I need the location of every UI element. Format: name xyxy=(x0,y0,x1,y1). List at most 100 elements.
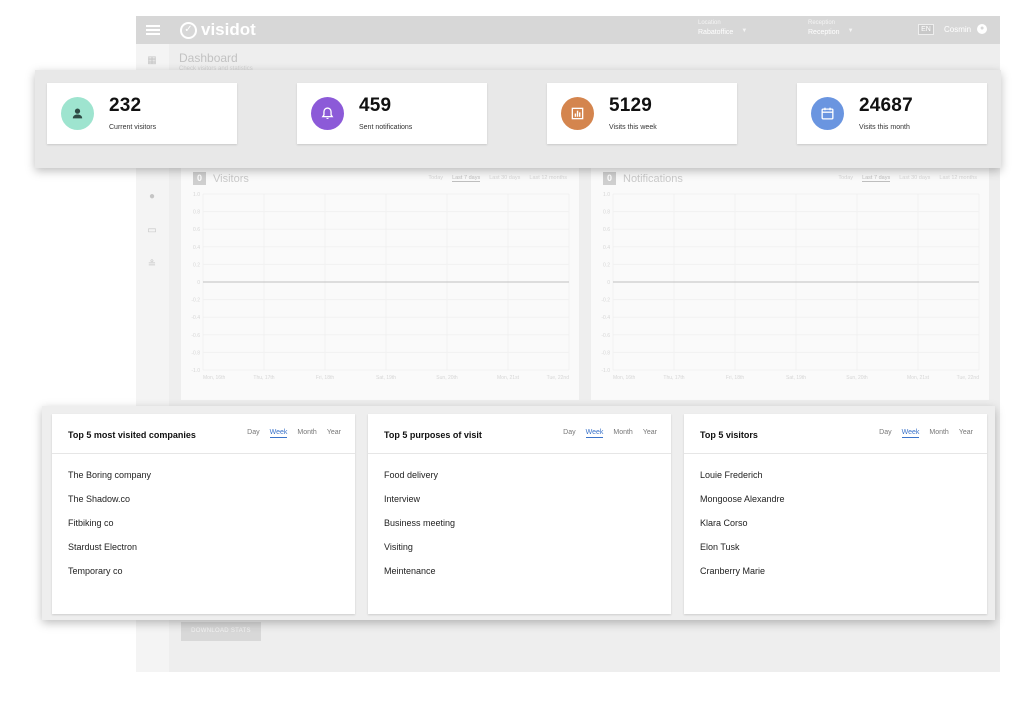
location-value: Rabatoffice xyxy=(698,29,734,36)
info-icon[interactable]: ● xyxy=(147,192,157,202)
period-tab-year[interactable]: Year xyxy=(643,429,657,438)
chart-title: Visitors xyxy=(213,172,249,185)
user-menu[interactable]: Cosmin ● xyxy=(944,24,988,34)
people-icon[interactable]: ≗ xyxy=(147,260,157,270)
y-tick-label: 0.2 xyxy=(193,262,200,268)
range-tab[interactable]: Last 7 days xyxy=(862,175,891,182)
card-title: Top 5 visitors xyxy=(700,430,758,440)
dashboard-icon[interactable]: ▦ xyxy=(147,56,157,66)
card-header: Top 5 visitors Day Week Month Year xyxy=(684,414,987,454)
ranked-list: Food delivery Interview Business meeting… xyxy=(384,470,455,590)
period-tab-month[interactable]: Month xyxy=(613,429,632,438)
period-tab-month[interactable]: Month xyxy=(929,429,948,438)
reception-select[interactable]: Reception Reception ▼ xyxy=(808,19,854,37)
location-select[interactable]: Location Rabatoffice ▼ xyxy=(698,19,747,37)
notifications-chart: 1.00.80.60.40.20-0.2-0.4-0.6-0.8-1.0Mon,… xyxy=(601,192,980,381)
period-tab-year[interactable]: Year xyxy=(959,429,973,438)
x-tick-label: Tue, 22nd xyxy=(547,375,570,381)
top-lists-panel: Top 5 most visited companies Day Week Mo… xyxy=(42,406,995,620)
list-item: Visiting xyxy=(384,542,413,552)
language-flag-icon[interactable]: EN xyxy=(918,24,934,35)
chevron-down-icon: ▼ xyxy=(847,28,854,34)
period-tab-day[interactable]: Day xyxy=(563,429,575,438)
period-tab-day[interactable]: Day xyxy=(247,429,259,438)
stat-card-visits-week: 5129 Visits this week xyxy=(547,83,737,144)
y-tick-label: 0.4 xyxy=(603,245,610,251)
stats-panel: 232 Current visitors 459 Sent notificati… xyxy=(35,70,1001,168)
stat-value: 5129 xyxy=(609,95,653,116)
stat-value: 459 xyxy=(359,95,392,116)
stat-value: 232 xyxy=(109,95,142,116)
y-tick-label: 1.0 xyxy=(193,192,200,198)
logo-text: visidot xyxy=(201,20,256,39)
stat-card-current-visitors: 232 Current visitors xyxy=(47,83,237,144)
ranked-list: Louie Frederich Mongoose Alexandre Klara… xyxy=(700,470,785,590)
x-tick-label: Sat, 19th xyxy=(376,375,396,381)
y-tick-label: 0 xyxy=(607,280,610,286)
card-header: Top 5 purposes of visit Day Week Month Y… xyxy=(368,414,671,454)
y-tick-label: -0.4 xyxy=(601,315,610,321)
reception-value: Reception xyxy=(808,29,840,36)
stat-label: Visits this month xyxy=(859,124,910,131)
top-visitors-card: Top 5 visitors Day Week Month Year Louie… xyxy=(684,414,987,614)
x-tick-label: Thu, 17th xyxy=(663,375,684,381)
stat-card-visits-month: 24687 Visits this month xyxy=(797,83,987,144)
calendar-icon xyxy=(811,97,844,130)
period-tab-week[interactable]: Week xyxy=(585,429,604,438)
card-icon[interactable]: ▭ xyxy=(147,226,157,236)
ranked-list: The Boring company The Shadow.co Fitbiki… xyxy=(68,470,151,590)
period-tab-week[interactable]: Week xyxy=(901,429,920,438)
range-tab[interactable]: Last 12 months xyxy=(529,175,567,182)
list-item: Stardust Electron xyxy=(68,542,138,552)
visitors-chart: 1.00.80.60.40.20-0.2-0.4-0.6-0.8-1.0Mon,… xyxy=(191,192,570,381)
x-tick-label: Mon, 16th xyxy=(613,375,635,381)
list-item: The Boring company xyxy=(68,470,152,480)
stat-value: 24687 xyxy=(859,95,913,116)
stat-card-sent-notifications: 459 Sent notifications xyxy=(297,83,487,144)
download-stats-button[interactable]: DOWNLOAD STATS xyxy=(181,622,261,641)
x-tick-label: Sun, 20th xyxy=(436,375,458,381)
y-tick-label: -1.0 xyxy=(191,368,200,374)
y-tick-label: 1.0 xyxy=(603,192,610,198)
x-tick-label: Mon, 21st xyxy=(497,375,520,381)
period-tabs: Day Week Month Year xyxy=(563,429,657,438)
top-bar: ✓ visidot Location Rabatoffice ▼ Recepti… xyxy=(136,16,1000,44)
y-tick-label: -0.2 xyxy=(601,298,610,304)
chart-count-badge: 0 xyxy=(603,172,616,185)
list-item: Meintenance xyxy=(384,566,436,576)
range-tab[interactable]: Today xyxy=(838,175,853,182)
x-tick-label: Sun, 20th xyxy=(846,375,868,381)
list-item: Louie Frederich xyxy=(700,470,763,480)
card-title: Top 5 most visited companies xyxy=(68,430,196,440)
period-tabs: Day Week Month Year xyxy=(247,429,341,438)
x-tick-label: Sat, 19th xyxy=(786,375,806,381)
visitors-chart-card: 1.0 0.8 0.6 0.4 0.2 0 -0.2 -0.4 -0.6 -0.8 -1.0 Mon,… xyxy=(181,164,579,400)
x-tick-label: Mon, 16th xyxy=(203,375,225,381)
period-tab-week[interactable]: Week xyxy=(269,429,288,438)
menu-icon[interactable] xyxy=(146,25,160,35)
list-item: Elon Tusk xyxy=(700,542,740,552)
period-tab-month[interactable]: Month xyxy=(297,429,316,438)
list-item: Cranberry Marie xyxy=(700,566,766,576)
top-companies-card: Top 5 most visited companies Day Week Mo… xyxy=(52,414,355,614)
period-tab-day[interactable]: Day xyxy=(879,429,891,438)
period-tabs: Day Week Month Year xyxy=(879,429,973,438)
list-item: The Shadow.co xyxy=(68,494,131,504)
page-title: Dashboard xyxy=(179,51,238,65)
y-tick-label: -0.8 xyxy=(191,350,200,356)
account-icon: ● xyxy=(977,24,988,34)
chart-range-tabs: Today Last 7 days Last 30 days Last 12 m… xyxy=(838,175,977,182)
range-tab[interactable]: Last 7 days xyxy=(452,175,481,182)
range-tab[interactable]: Last 30 days xyxy=(489,175,520,182)
list-item: Temporary co xyxy=(68,566,123,576)
chart-count-badge: 0 xyxy=(193,172,206,185)
x-tick-label: Tue, 22nd xyxy=(957,375,980,381)
chevron-down-icon: ▼ xyxy=(741,28,748,34)
x-tick-label: Fri, 18th xyxy=(316,375,335,381)
card-header: Top 5 most visited companies Day Week Mo… xyxy=(52,414,355,454)
range-tab[interactable]: Today xyxy=(428,175,443,182)
range-tab[interactable]: Last 12 months xyxy=(939,175,977,182)
range-tab[interactable]: Last 30 days xyxy=(899,175,930,182)
y-tick-label: -0.6 xyxy=(601,333,610,339)
period-tab-year[interactable]: Year xyxy=(327,429,341,438)
